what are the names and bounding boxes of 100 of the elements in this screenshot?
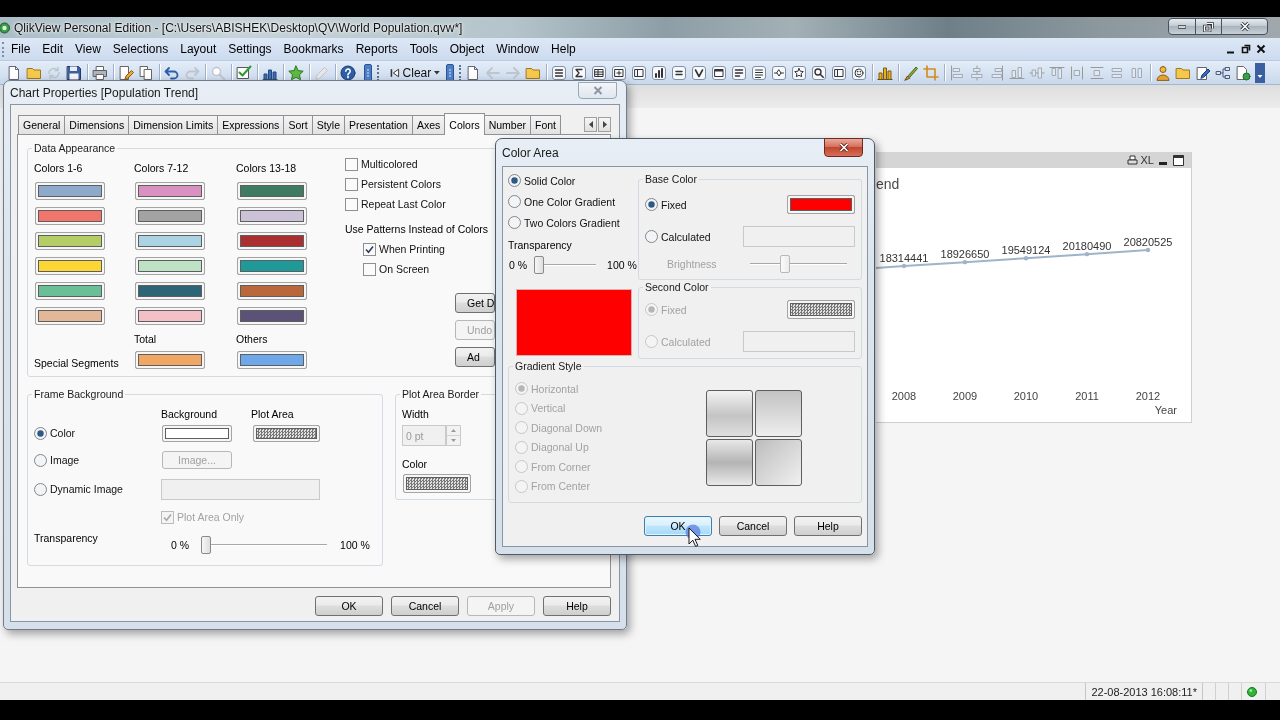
bar-chart-icon[interactable] — [651, 64, 667, 81]
menu-item[interactable]: Bookmarks — [277, 41, 350, 57]
menu-item[interactable]: File — [5, 41, 37, 57]
document-icon[interactable] — [6, 64, 22, 81]
window-icon[interactable] — [611, 64, 627, 81]
radio-button[interactable] — [645, 230, 658, 243]
dialog-button[interactable]: Help — [543, 596, 611, 616]
search-icon[interactable] — [811, 64, 827, 81]
undo-icon[interactable] — [164, 64, 180, 81]
color-swatch[interactable] — [237, 207, 307, 225]
color-swatch[interactable] — [135, 307, 205, 325]
slider-thumb[interactable] — [201, 536, 212, 554]
scroll-right-button[interactable] — [598, 117, 611, 132]
tab[interactable]: Colors — [444, 113, 485, 135]
page-pencil-icon[interactable] — [118, 64, 134, 81]
menu-item[interactable]: Layout — [174, 41, 223, 57]
color-swatch[interactable] — [35, 232, 105, 250]
panel-icon[interactable] — [831, 64, 847, 81]
color-swatch[interactable] — [35, 257, 105, 275]
pattern-swatch[interactable] — [403, 474, 471, 493]
tab[interactable]: Number — [483, 115, 531, 134]
color-swatch[interactable] — [237, 351, 307, 369]
pattern-swatch[interactable] — [253, 424, 320, 442]
pencil-icon[interactable] — [314, 64, 330, 81]
pattern-swatch[interactable] — [787, 300, 855, 319]
menu-item[interactable]: Help — [545, 41, 582, 57]
document-globe-icon[interactable] — [1235, 64, 1251, 81]
tab[interactable]: Font — [530, 115, 561, 134]
tab[interactable]: Expressions — [217, 115, 285, 134]
expression-field[interactable] — [743, 226, 855, 247]
equals-icon[interactable] — [671, 64, 687, 81]
forward-arrow-icon[interactable] — [505, 64, 521, 81]
gradient-tile[interactable] — [706, 390, 753, 437]
color-swatch[interactable] — [35, 207, 105, 225]
color-swatch[interactable] — [35, 282, 105, 300]
tab[interactable]: Sort — [283, 115, 313, 134]
dialog-button[interactable]: Help — [794, 516, 862, 536]
menu-item[interactable]: View — [69, 41, 107, 57]
menu-item[interactable]: Settings — [222, 41, 278, 57]
table-icon[interactable] — [591, 64, 607, 81]
maximize-icon[interactable] — [1173, 154, 1184, 166]
color-swatch[interactable] — [787, 195, 855, 214]
redo-icon[interactable] — [184, 64, 200, 81]
tab[interactable]: Dimensions — [64, 115, 130, 134]
back-arrow-icon[interactable] — [485, 64, 501, 81]
bar-chart-icon[interactable] — [877, 64, 893, 81]
dialog-button[interactable]: OK — [315, 596, 383, 616]
printer-icon[interactable] — [1126, 154, 1138, 166]
text-lines-icon[interactable] — [731, 64, 747, 81]
menu-item[interactable]: Object — [443, 41, 491, 57]
brush-icon[interactable] — [903, 64, 919, 81]
document-icon[interactable] — [465, 64, 481, 81]
color-swatch[interactable] — [237, 307, 307, 325]
checkbox[interactable] — [345, 197, 358, 211]
dialog-button[interactable]: Cancel — [719, 516, 787, 536]
restore-button[interactable] — [1195, 18, 1222, 35]
tab[interactable]: Axes — [411, 115, 446, 134]
printer-icon[interactable] — [92, 64, 108, 81]
radio-button[interactable] — [508, 195, 521, 208]
smiley-icon[interactable] — [851, 64, 867, 81]
checkbox[interactable] — [363, 242, 376, 256]
dialog-button[interactable]: Cancel — [391, 596, 459, 616]
color-swatch[interactable] — [237, 282, 307, 300]
tab[interactable]: General — [18, 115, 66, 134]
dialog-button[interactable]: Ad — [455, 347, 495, 367]
color-swatch[interactable] — [135, 182, 205, 200]
panel-icon[interactable] — [631, 64, 647, 81]
close-icon[interactable] — [1256, 44, 1266, 54]
color-swatch[interactable] — [35, 307, 105, 325]
window-icon[interactable] — [711, 64, 727, 81]
color-swatch[interactable] — [237, 232, 307, 250]
checkbox[interactable] — [345, 157, 358, 171]
list-icon[interactable] — [551, 64, 567, 81]
slider-icon[interactable] — [771, 64, 787, 81]
restore-icon[interactable] — [1241, 44, 1251, 54]
radio-button[interactable] — [34, 453, 47, 467]
overflow-icon[interactable] — [1255, 62, 1265, 83]
star-icon[interactable] — [288, 64, 304, 81]
tab[interactable]: Style — [311, 115, 345, 134]
scroll-left-button[interactable] — [584, 117, 597, 132]
expression-field[interactable] — [743, 331, 855, 352]
tab[interactable]: Presentation — [344, 115, 413, 134]
xl-label[interactable]: XL — [1140, 154, 1154, 166]
radio-button[interactable] — [508, 174, 521, 187]
color-swatch[interactable] — [135, 351, 205, 369]
color-swatch[interactable] — [135, 232, 205, 250]
close-button[interactable] — [824, 138, 863, 157]
tab[interactable]: Dimension Limits — [128, 115, 219, 134]
gradient-tile[interactable] — [706, 439, 753, 486]
gradient-tile[interactable] — [755, 390, 802, 437]
user-icon[interactable] — [1155, 64, 1171, 81]
help-icon[interactable] — [340, 64, 356, 81]
dialog-button[interactable]: OK — [644, 516, 712, 536]
gradient-tile[interactable] — [755, 439, 802, 486]
slider-thumb[interactable] — [534, 256, 545, 274]
checkmark-icon[interactable] — [691, 64, 707, 81]
text-lines-icon[interactable] — [751, 64, 767, 81]
color-swatch[interactable] — [35, 182, 105, 200]
checkbox[interactable] — [345, 177, 358, 191]
flow-diagram-icon[interactable] — [1215, 64, 1231, 81]
